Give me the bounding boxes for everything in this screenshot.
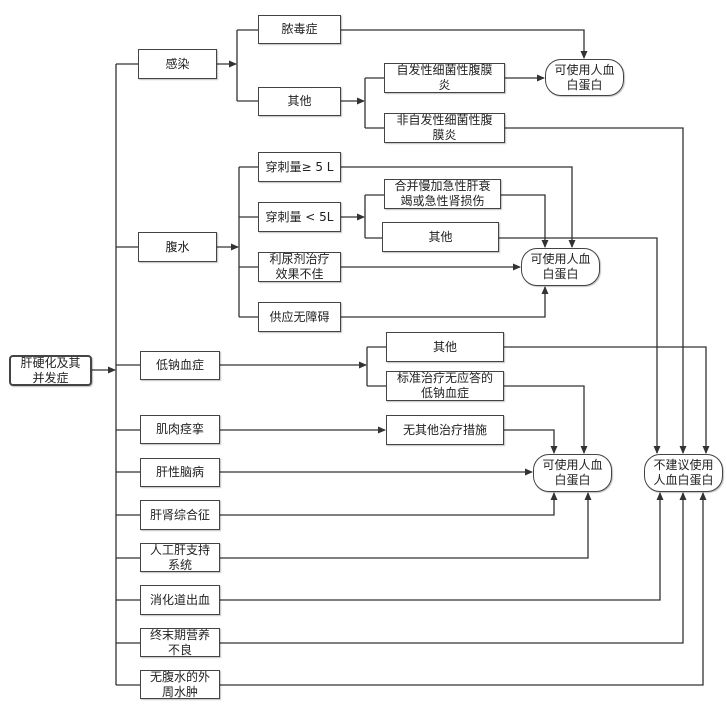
node-large-paracentesis: 穿刺量≥ 5 L (258, 152, 341, 182)
outcome-not-recommended: 不建议使用 人血白蛋白 (644, 454, 723, 492)
artificial-liver-to-albumin (220, 492, 592, 559)
hrs-to-albumin (220, 492, 558, 516)
node-refractory-hyponatremia: 标准治疗无应答的 低钠血症 (386, 371, 504, 401)
node-infection: 感染 (138, 49, 217, 79)
infection-other-branch (364, 77, 384, 129)
node-hepatic-encephalopathy: 肝性脑病 (140, 458, 220, 487)
ascites-branch (238, 166, 258, 318)
root-node: 肝硬化及其 并发症 (9, 355, 92, 386)
node-artificial-liver: 人工肝支持 系统 (140, 543, 220, 572)
trunk-stubs (116, 63, 140, 686)
non-sbp-to-not-recommended (505, 127, 687, 454)
outcome-albumin-ascites: 可使用人血 白蛋白 (521, 248, 600, 286)
node-sbp: 自发性细菌性腹膜 炎 (384, 63, 505, 93)
node-edema: 无腹水的外 周水肿 (140, 670, 220, 699)
node-small-paracentesis: 穿刺量 < 5L (258, 202, 341, 232)
node-no-other-treatment: 无其他治疗措施 (386, 415, 504, 445)
hyponatremia-branch (366, 346, 386, 387)
node-ascites: 腹水 (138, 232, 217, 262)
node-hyponatremia: 低钠血症 (140, 351, 220, 380)
aclf-to-albumin (501, 194, 549, 248)
node-supply-ok: 供应无障碍 (258, 302, 341, 332)
node-cramps: 肌肉痉挛 (140, 415, 220, 444)
no-treatment-to-albumin (504, 429, 558, 454)
node-hepatorenal: 肝肾综合征 (140, 500, 220, 530)
infection-branch (236, 29, 258, 102)
node-non-sbp: 非自发性细菌性腹 膜炎 (384, 113, 505, 143)
node-aclf-aki: 合并慢加急性肝衰 竭或急性肾损伤 (384, 179, 501, 209)
node-hyponatremia-other: 其他 (386, 332, 504, 362)
node-infection-other: 其他 (258, 87, 341, 116)
supply-to-albumin (341, 286, 549, 318)
outcome-albumin-infection: 可使用人血 白蛋白 (545, 59, 624, 96)
outcome-use-albumin: 可使用人血 白蛋白 (533, 454, 612, 492)
node-sepsis: 脓毒症 (258, 15, 341, 44)
refractory-to-albumin (504, 385, 588, 454)
edema-to-not-recommended (220, 492, 707, 686)
albumin-flowchart: 肝硬化及其 并发症 感染 脓毒症 其他 自发性细菌性腹膜 炎 非自发性细菌性腹 … (0, 0, 727, 711)
node-ascites-other: 其他 (382, 222, 499, 252)
node-diuretic-poor: 利尿剂治疗 效果不佳 (258, 252, 341, 282)
connector-lines (92, 29, 710, 686)
sepsis-to-albumin (341, 29, 588, 59)
gi-bleeding-to-not-recommended (220, 492, 664, 601)
hypona-other-to-not-recommended (504, 346, 710, 454)
node-malnutrition: 终末期营养 不良 (140, 628, 220, 657)
node-gi-bleeding: 消化道出血 (140, 585, 220, 615)
